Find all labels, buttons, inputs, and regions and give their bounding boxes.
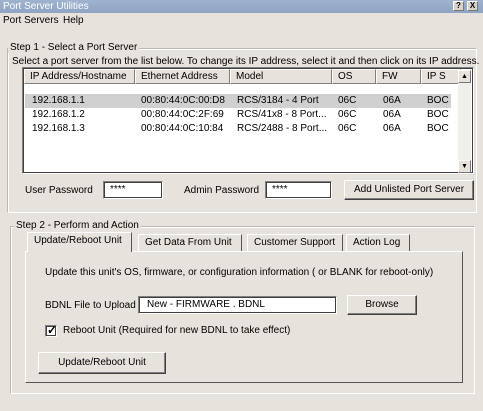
column-model[interactable]: Model bbox=[230, 69, 332, 84]
column-ip-s[interactable]: IP S bbox=[421, 69, 461, 84]
cell-model: RCS/41x8 - 8 Port... bbox=[237, 109, 327, 120]
step2-legend: Step 2 - Perform and Action bbox=[14, 220, 141, 231]
title-bar: Port Server Utilities ? X bbox=[0, 0, 483, 13]
table-row[interactable]: 192.168.1.1 00:80:44:0C:00:D8 RCS/3184 -… bbox=[25, 94, 451, 108]
tab-get-data-from-unit[interactable]: Get Data From Unit bbox=[138, 234, 242, 251]
user-password-label: User Password bbox=[25, 185, 93, 196]
column-os[interactable]: OS bbox=[332, 69, 376, 84]
scroll-down-icon[interactable]: ▼ bbox=[458, 160, 471, 173]
admin-password-field[interactable]: **** bbox=[265, 181, 332, 199]
cell-fw: 06A bbox=[383, 95, 401, 106]
cell-model: RCS/3184 - 4 Port bbox=[237, 95, 319, 106]
cell-fw: 06A bbox=[383, 123, 401, 134]
tab-customer-support[interactable]: Customer Support bbox=[247, 234, 343, 251]
cell-os: 06C bbox=[338, 109, 357, 120]
cell-os: 06C bbox=[338, 95, 357, 106]
port-server-utilities-window: Port Server Utilities ? X Port Servers H… bbox=[0, 0, 483, 411]
cell-ip: 192.168.1.1 bbox=[32, 95, 85, 106]
column-ip-address[interactable]: IP Address/Hostname bbox=[24, 69, 135, 84]
column-ethernet-address[interactable]: Ethernet Address bbox=[135, 69, 230, 84]
checkmark-icon: ✓ bbox=[47, 323, 58, 337]
bdnl-file-label: BDNL File to Upload bbox=[45, 300, 136, 311]
cell-ip: 192.168.1.3 bbox=[32, 123, 85, 134]
cell-ip-s: BOC bbox=[427, 95, 449, 106]
tab-update-reboot-unit[interactable]: Update/Reboot Unit bbox=[27, 232, 132, 252]
menu-port-servers[interactable]: Port Servers bbox=[3, 14, 59, 27]
table-row[interactable]: 192.168.1.2 00:80:44:0C:2F:69 RCS/41x8 -… bbox=[25, 108, 451, 122]
window-title: Port Server Utilities bbox=[3, 1, 89, 12]
cell-ethernet: 00:80:44:0C:2F:69 bbox=[141, 109, 224, 120]
cell-ethernet: 00:80:44:0C:10:84 bbox=[141, 123, 224, 134]
help-title-button[interactable]: ? bbox=[453, 1, 464, 11]
table-vertical-scrollbar[interactable]: ▲ ▼ bbox=[458, 70, 471, 173]
menu-bar: Port Servers Help bbox=[0, 14, 483, 27]
cell-ip-s: BOC bbox=[427, 123, 449, 134]
browse-button[interactable]: Browse bbox=[347, 295, 417, 315]
cell-ip-s: BOC bbox=[427, 109, 449, 120]
reboot-unit-label: Reboot Unit (Required for new BDNL to ta… bbox=[63, 325, 291, 336]
cell-ip: 192.168.1.2 bbox=[32, 109, 85, 120]
table-row[interactable]: 192.168.1.3 00:80:44:0C:10:84 RCS/2488 -… bbox=[25, 122, 451, 136]
cell-fw: 06A bbox=[383, 109, 401, 120]
column-fw[interactable]: FW bbox=[376, 69, 421, 84]
bdnl-file-field[interactable]: New - FIRMWARE . BDNL bbox=[138, 296, 337, 314]
tab-action-log[interactable]: Action Log bbox=[346, 234, 410, 251]
add-unlisted-port-server-button[interactable]: Add Unlisted Port Server bbox=[344, 180, 474, 200]
cell-model: RCS/2488 - 8 Port... bbox=[237, 123, 328, 134]
update-description: Update this unit's OS, firmware, or conf… bbox=[45, 267, 434, 278]
update-reboot-unit-button[interactable]: Update/Reboot Unit bbox=[38, 352, 166, 374]
port-server-table[interactable]: IP Address/Hostname Ethernet Address Mod… bbox=[22, 67, 474, 174]
reboot-unit-checkbox[interactable]: ✓ bbox=[45, 323, 58, 337]
user-password-field[interactable]: **** bbox=[103, 181, 163, 199]
close-title-button[interactable]: X bbox=[467, 1, 478, 11]
scroll-up-icon[interactable]: ▲ bbox=[458, 70, 471, 83]
cell-ethernet: 00:80:44:0C:00:D8 bbox=[141, 95, 225, 106]
admin-password-label: Admin Password bbox=[184, 185, 260, 196]
menu-help[interactable]: Help bbox=[63, 14, 84, 27]
cell-os: 06C bbox=[338, 123, 357, 134]
step1-legend: Step 1 - Select a Port Server bbox=[8, 42, 140, 53]
